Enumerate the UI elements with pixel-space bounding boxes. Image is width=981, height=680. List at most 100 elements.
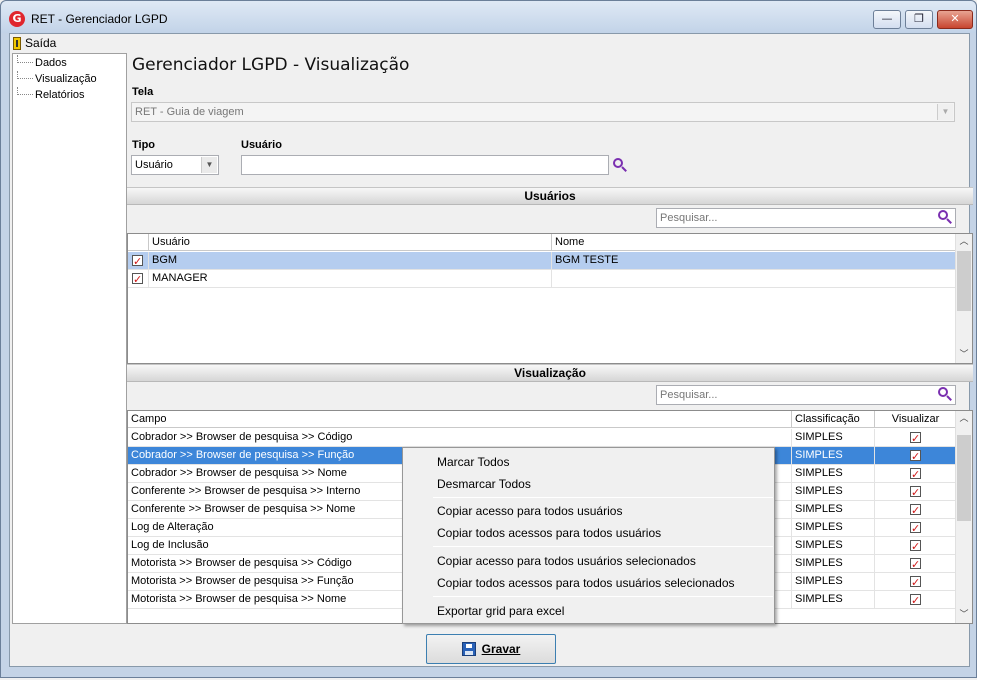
cell-usuario: MANAGER bbox=[149, 270, 552, 288]
chevron-down-icon: ▼ bbox=[201, 157, 217, 173]
usuario-label: Usuário bbox=[241, 139, 282, 151]
ctx-marcar-todos[interactable]: Marcar Todos bbox=[437, 452, 509, 472]
cell-visualizar[interactable] bbox=[875, 591, 957, 609]
visualizacao-search-input[interactable]: Pesquisar... bbox=[656, 385, 956, 405]
magnifier-icon[interactable] bbox=[938, 210, 953, 225]
scroll-thumb[interactable] bbox=[957, 251, 971, 311]
cell-classificacao: SIMPLES bbox=[792, 501, 875, 519]
scroll-thumb[interactable] bbox=[957, 435, 971, 521]
tela-select[interactable]: RET - Guia de viagem ▼ bbox=[131, 102, 955, 122]
cell-visualizar[interactable] bbox=[875, 429, 957, 447]
usuarios-search-placeholder: Pesquisar... bbox=[660, 212, 718, 224]
cell-visualizar[interactable] bbox=[875, 483, 957, 501]
row-checkbox[interactable] bbox=[128, 252, 149, 270]
header-nome[interactable]: Nome bbox=[552, 234, 957, 251]
tree-item-dados[interactable]: Dados bbox=[17, 55, 67, 71]
checkbox-checked-icon[interactable] bbox=[910, 448, 921, 465]
checkbox-checked-icon[interactable] bbox=[910, 520, 921, 537]
tree-item-label: Relatórios bbox=[35, 89, 85, 101]
cell-visualizar[interactable] bbox=[875, 537, 957, 555]
cell-classificacao: SIMPLES bbox=[792, 555, 875, 573]
checkbox-checked-icon[interactable] bbox=[910, 592, 921, 609]
header-visualizar[interactable]: Visualizar bbox=[875, 411, 957, 428]
tree-item-visualizacao[interactable]: Visualização bbox=[17, 71, 97, 87]
cell-visualizar[interactable] bbox=[875, 465, 957, 483]
visualizacao-search-placeholder: Pesquisar... bbox=[660, 389, 718, 401]
window-title: RET - Gerenciador LGPD bbox=[31, 12, 168, 26]
tela-select-value: RET - Guia de viagem bbox=[135, 106, 244, 118]
menu-separator bbox=[433, 596, 773, 597]
tipo-select[interactable]: Usuário ▼ bbox=[131, 155, 219, 175]
usuarios-grid-header: Usuário Nome bbox=[128, 234, 957, 251]
tree-connector bbox=[17, 55, 33, 63]
chevron-down-icon: ▼ bbox=[937, 104, 953, 120]
cell-nome: BGM TESTE bbox=[552, 252, 957, 270]
checkbox-checked-icon[interactable] bbox=[910, 556, 921, 573]
scroll-up-icon[interactable]: ︿ bbox=[956, 234, 972, 250]
cell-classificacao: SIMPLES bbox=[792, 573, 875, 591]
cell-visualizar[interactable] bbox=[875, 573, 957, 591]
menu-exit-label: Saída bbox=[25, 36, 57, 50]
usuario-input[interactable] bbox=[241, 155, 609, 175]
menu-exit[interactable]: Saída bbox=[13, 35, 56, 51]
tree-connector bbox=[17, 87, 33, 95]
cell-visualizar[interactable] bbox=[875, 555, 957, 573]
tree-connector bbox=[17, 71, 33, 79]
scroll-up-icon[interactable]: ︿ bbox=[956, 411, 972, 427]
table-row[interactable]: MANAGER bbox=[128, 270, 957, 288]
table-row[interactable]: Cobrador >> Browser de pesquisa >> Códig… bbox=[128, 429, 957, 447]
magnifier-handle bbox=[946, 395, 952, 401]
table-row[interactable]: BGM BGM TESTE bbox=[128, 252, 957, 270]
checkbox-checked-icon[interactable] bbox=[910, 466, 921, 483]
cell-visualizar[interactable] bbox=[875, 447, 957, 465]
checkbox-checked-icon[interactable] bbox=[132, 271, 143, 288]
visualizacao-grid-header: Campo Classificação Visualizar bbox=[128, 411, 957, 428]
ctx-exportar-excel[interactable]: Exportar grid para excel bbox=[437, 601, 564, 621]
close-button[interactable]: ✕ bbox=[937, 10, 973, 29]
header-usuario[interactable]: Usuário bbox=[149, 234, 552, 251]
visualizacao-scrollbar[interactable]: ︿ ﹀ bbox=[955, 411, 972, 623]
ctx-copiar-acesso-selecionados[interactable]: Copiar acesso para todos usuários seleci… bbox=[437, 551, 696, 571]
usuarios-scrollbar[interactable]: ︿ ﹀ bbox=[955, 234, 972, 363]
checkbox-checked-icon[interactable] bbox=[910, 430, 921, 447]
tree-item-label: Visualização bbox=[35, 73, 97, 85]
cell-visualizar[interactable] bbox=[875, 501, 957, 519]
checkbox-checked-icon[interactable] bbox=[910, 502, 921, 519]
visualizacao-section-header: Visualização bbox=[127, 364, 973, 382]
header-campo[interactable]: Campo bbox=[128, 411, 792, 428]
checkbox-checked-icon[interactable] bbox=[910, 484, 921, 501]
magnifier-icon[interactable] bbox=[613, 158, 628, 173]
page-title: Gerenciador LGPD - Visualização bbox=[132, 55, 410, 75]
ctx-desmarcar-todos[interactable]: Desmarcar Todos bbox=[437, 474, 531, 494]
scroll-down-icon[interactable]: ﹀ bbox=[956, 347, 972, 363]
cell-classificacao: SIMPLES bbox=[792, 483, 875, 501]
usuarios-search-input[interactable]: Pesquisar... bbox=[656, 208, 956, 228]
cell-visualizar[interactable] bbox=[875, 519, 957, 537]
title-bar[interactable]: G RET - Gerenciador LGPD — ❐ ✕ bbox=[1, 1, 976, 33]
checkbox-checked-icon[interactable] bbox=[910, 574, 921, 591]
usuarios-grid: Usuário Nome BGM BGM TESTE MANAGER ︿ ﹀ bbox=[127, 233, 973, 364]
checkbox-checked-icon[interactable] bbox=[132, 253, 143, 270]
tipo-label: Tipo bbox=[132, 139, 156, 151]
minimize-button[interactable]: — bbox=[873, 10, 901, 29]
scroll-down-icon[interactable]: ﹀ bbox=[956, 607, 972, 623]
door-exit-icon bbox=[13, 36, 21, 50]
cell-classificacao: SIMPLES bbox=[792, 591, 875, 609]
checkbox-checked-icon[interactable] bbox=[910, 538, 921, 555]
ctx-copiar-acesso-todos[interactable]: Copiar acesso para todos usuários bbox=[437, 501, 622, 521]
ctx-copiar-todos-acessos-todos[interactable]: Copiar todos acessos para todos usuários bbox=[437, 523, 661, 543]
cell-classificacao: SIMPLES bbox=[792, 429, 875, 447]
gravar-button[interactable]: Gravar bbox=[426, 634, 556, 664]
magnifier-handle bbox=[946, 218, 952, 224]
context-menu: Marcar Todos Desmarcar Todos Copiar aces… bbox=[402, 447, 775, 624]
header-classificacao[interactable]: Classificação bbox=[792, 411, 875, 428]
app-logo-icon: G bbox=[9, 11, 25, 27]
tree-item-relatorios[interactable]: Relatórios bbox=[17, 87, 85, 103]
ctx-copiar-todos-acessos-selecionados[interactable]: Copiar todos acessos para todos usuários… bbox=[437, 573, 735, 593]
cell-classificacao: SIMPLES bbox=[792, 519, 875, 537]
cell-nome bbox=[552, 270, 957, 288]
row-checkbox[interactable] bbox=[128, 270, 149, 288]
maximize-button[interactable]: ❐ bbox=[905, 10, 933, 29]
tela-label: Tela bbox=[132, 86, 154, 98]
magnifier-icon[interactable] bbox=[938, 387, 953, 402]
